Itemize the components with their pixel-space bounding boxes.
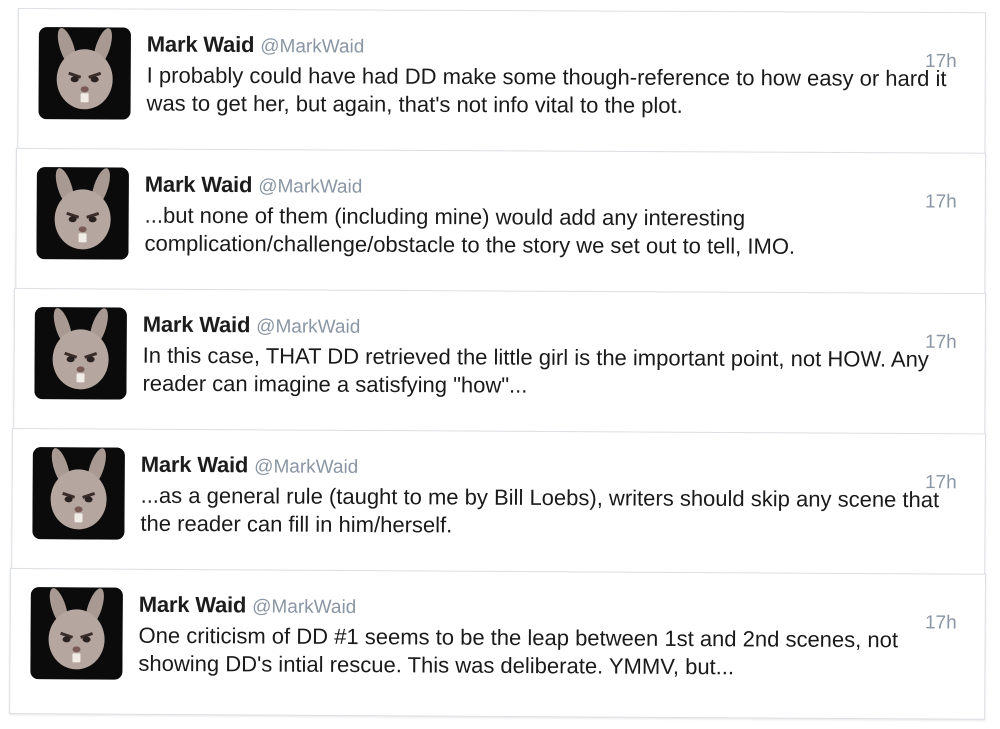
- author-name[interactable]: Mark Waid: [141, 452, 249, 478]
- author-name[interactable]: Mark Waid: [145, 172, 253, 198]
- rabbit-avatar-icon: [30, 587, 123, 680]
- rabbit-avatar-icon: [32, 447, 125, 540]
- tweet-header: Mark Waid @MarkWaid: [141, 452, 359, 479]
- tweet-text: One criticism of DD #1 seems to be the l…: [138, 622, 899, 680]
- rabbit-avatar-icon: [38, 27, 131, 120]
- tweet-text: ...as a general rule (taught to me by Bi…: [140, 482, 940, 538]
- tweet-header: Mark Waid @MarkWaid: [145, 172, 363, 199]
- tweet-card[interactable]: Mark Waid @MarkWaid 17h ...but none of th…: [15, 148, 986, 297]
- avatar[interactable]: [36, 167, 129, 260]
- tweet-text: I probably could have had DD make some t…: [146, 62, 947, 118]
- author-handle[interactable]: @MarkWaid: [254, 456, 358, 478]
- tweet-header: Mark Waid @MarkWaid: [143, 312, 361, 339]
- tweet-card[interactable]: Mark Waid @MarkWaid 17h I probably could …: [17, 8, 986, 157]
- author-name[interactable]: Mark Waid: [143, 312, 251, 338]
- author-handle[interactable]: @MarkWaid: [256, 316, 360, 338]
- tweet-text: ...but none of them (including mine) wou…: [144, 202, 796, 259]
- tweet-card[interactable]: Mark Waid @MarkWaid 17h In this case, THA…: [13, 288, 986, 438]
- rabbit-avatar-icon: [34, 307, 127, 400]
- avatar[interactable]: [38, 27, 131, 120]
- tweet-header: Mark Waid @MarkWaid: [147, 32, 365, 59]
- author-handle[interactable]: @MarkWaid: [258, 176, 362, 198]
- rabbit-avatar-icon: [36, 167, 129, 260]
- tweet-card[interactable]: Mark Waid @MarkWaid 17h One criticism of …: [9, 568, 986, 720]
- author-name[interactable]: Mark Waid: [147, 32, 255, 57]
- tweet-card[interactable]: Mark Waid @MarkWaid 17h ...as a general r…: [11, 428, 986, 578]
- author-handle[interactable]: @MarkWaid: [260, 36, 364, 57]
- tweet-text: In this case, THAT DD retrieved the litt…: [142, 342, 929, 398]
- avatar[interactable]: [32, 447, 125, 540]
- avatar[interactable]: [30, 587, 123, 680]
- author-handle[interactable]: @MarkWaid: [252, 596, 356, 618]
- avatar[interactable]: [34, 307, 127, 400]
- author-name[interactable]: Mark Waid: [139, 592, 247, 618]
- tweet-feed: Mark Waid @MarkWaid 17h I probably could …: [0, 0, 1000, 729]
- tweet-header: Mark Waid @MarkWaid: [139, 592, 357, 619]
